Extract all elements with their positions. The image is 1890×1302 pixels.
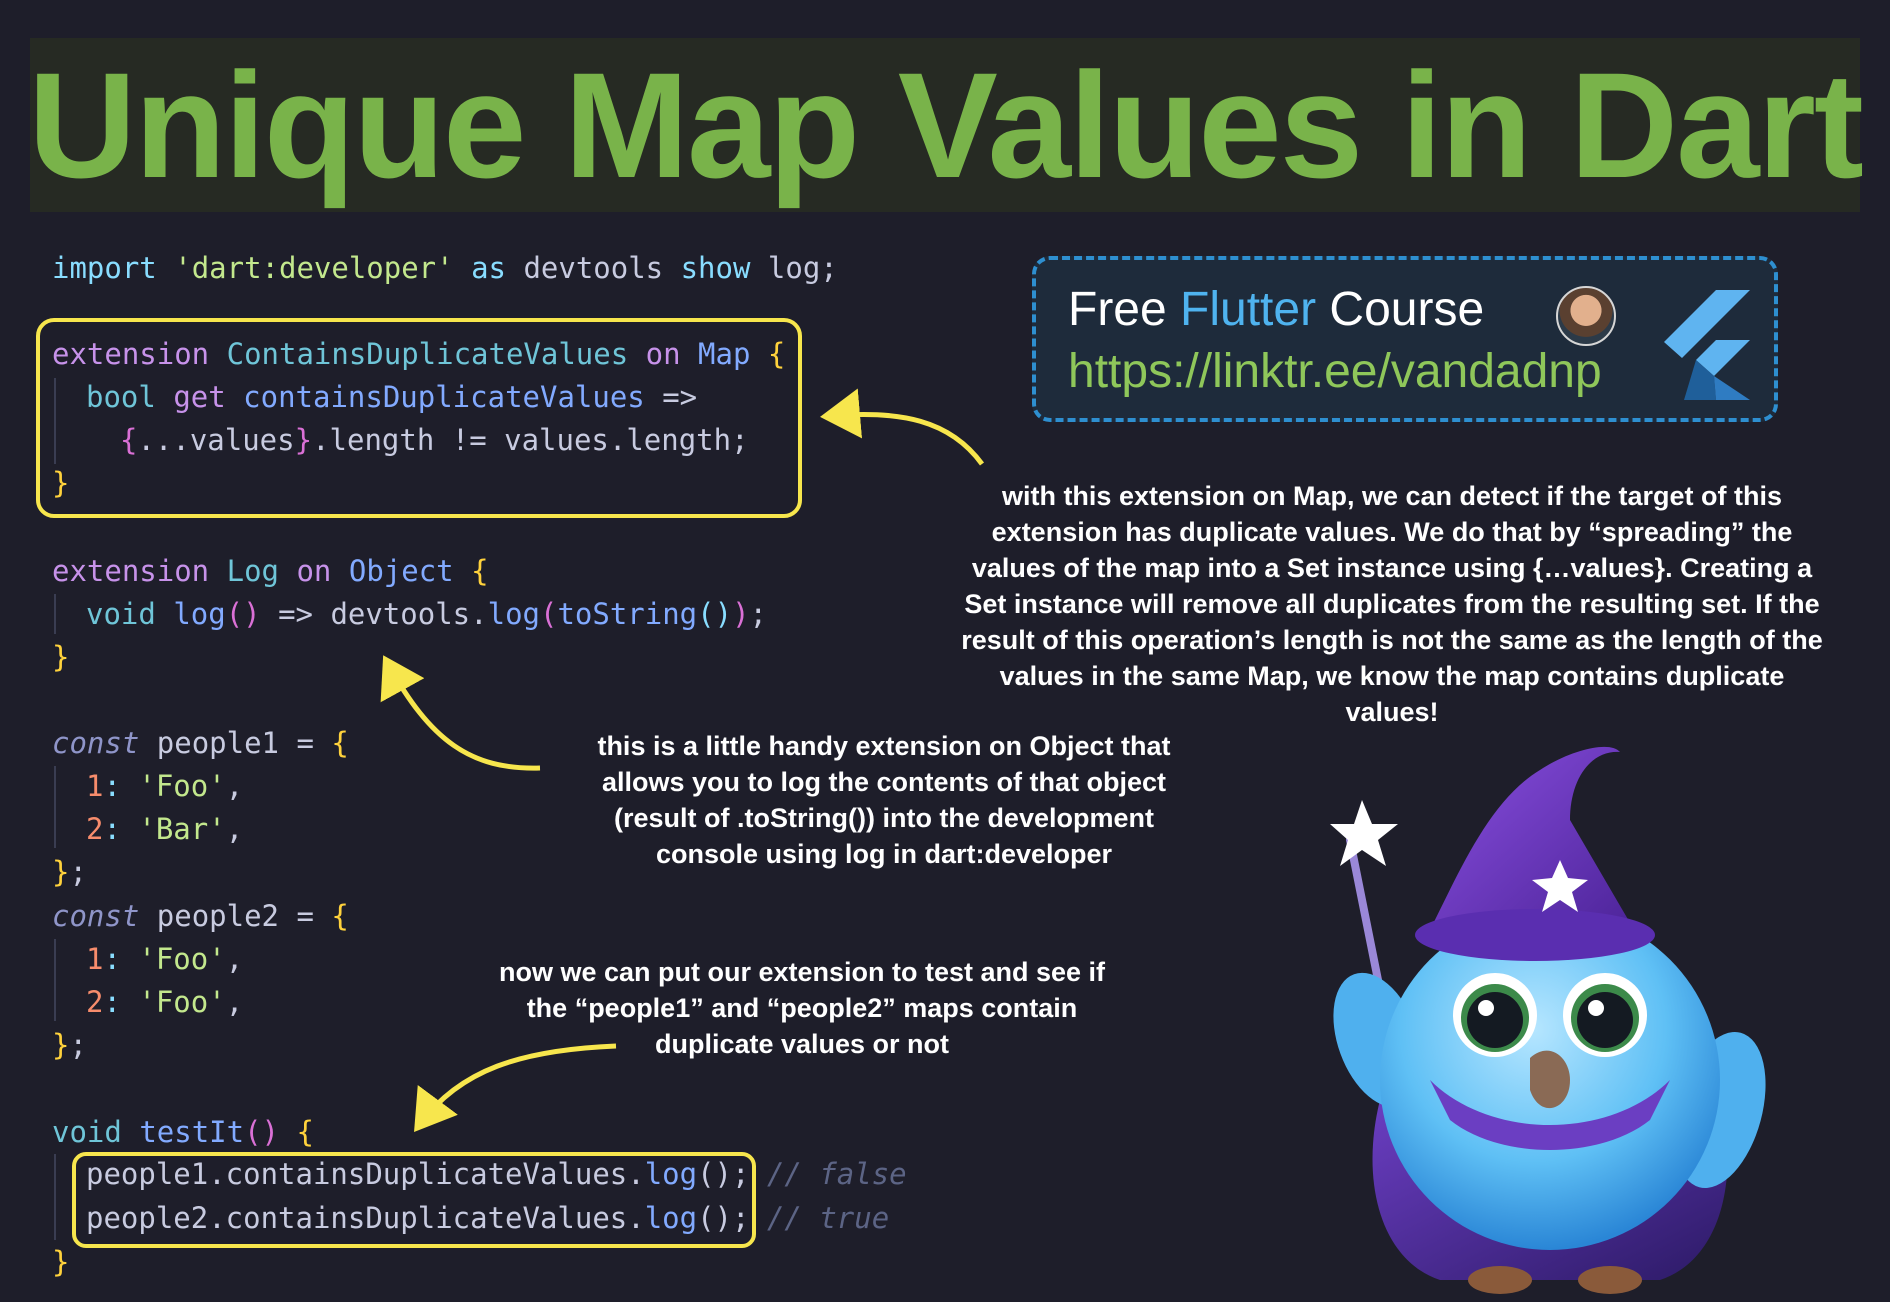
arrow-to-log-extension <box>380 655 541 771</box>
arrow-to-map-extension <box>820 388 985 466</box>
wizard-owl-mascot <box>1330 746 1766 1294</box>
arrow-to-test-calls <box>414 1043 617 1133</box>
